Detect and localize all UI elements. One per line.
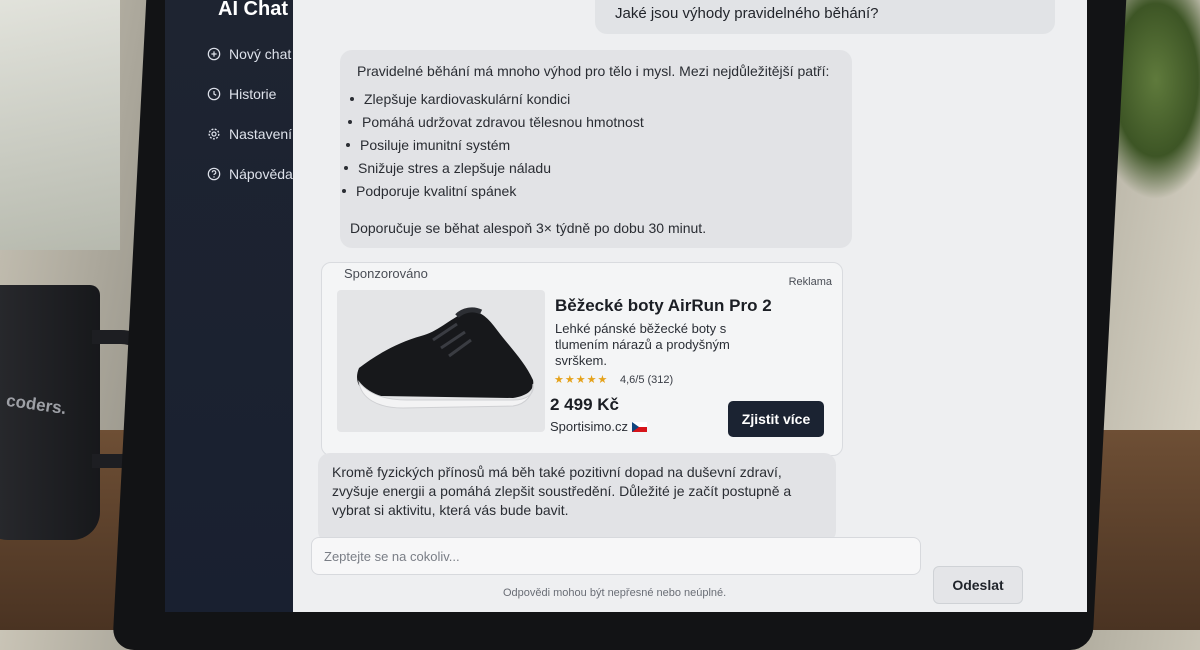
assistant-message: Pravidelné běhání má mnoho výhod pro těl… [340,50,852,248]
sidebar: AI Chat Nový chat Historie Nastavení Náp… [165,0,293,612]
assistant-intro: Pravidelné běhání má mnoho výhod pro těl… [357,63,830,79]
app-screen: AI Chat Nový chat Historie Nastavení Náp… [165,0,1087,612]
list-item: Pomáhá udržovat zdravou tělesnou hmotnos… [348,111,644,134]
list-item: Zlepšuje kardiovaskulární kondici [350,88,644,111]
chat-area: Jaké jsou výhody pravidelného běhání? Pr… [293,0,1087,612]
rating-text: 4,6/5 (312) [620,374,674,386]
clock-icon [207,87,221,101]
sidebar-item-label: Historie [229,86,277,102]
assistant-text: Kromě fyzických přínosů má běh také pozi… [332,464,792,518]
help-circle-icon [207,167,221,181]
sidebar-item-history[interactable]: Historie [207,86,276,102]
sponsored-label: Sponzorováno [344,266,428,281]
sidebar-item-new-chat[interactable]: Nový chat [207,46,291,62]
chat-input[interactable] [311,537,921,575]
product-title[interactable]: Běžecké boty AirRun Pro 2 [555,296,772,316]
czech-flag-icon [632,422,647,432]
assistant-message: Kromě fyzických přínosů má běh také pozi… [318,453,836,543]
sponsored-ad-card[interactable]: Sponzorováno Reklama Běžecké boty AirRun… [321,262,843,456]
app-title: AI Chat [218,0,288,20]
disclaimer-text: Odpovědi mohou být nepřesné nebo neúplné… [503,587,727,599]
shop-name[interactable]: Sportisimo.cz [550,419,628,434]
list-item: Snižuje stres a zlepšuje náladu [344,157,644,180]
ad-tag: Reklama [788,276,832,288]
plus-circle-icon [207,47,221,61]
list-item: Posiluje imunitní systém [346,134,644,157]
running-shoe-icon [357,307,534,409]
benefit-list: Zlepšuje kardiovaskulární kondici Pomáhá… [342,88,644,203]
background-window [0,0,120,250]
product-description: Lehké pánské běžecké boty s tlumením nár… [555,321,730,368]
gear-icon [208,128,220,140]
product-image[interactable] [337,290,545,432]
sidebar-item-label: Nastavení [229,126,293,142]
product-price: 2 499 Kč [550,395,619,414]
assistant-outro: Doporučuje se běhat alespoň 3× týdně po … [350,220,707,236]
rating-stars: ★★★★★ [554,374,609,386]
sidebar-item-label: Nový chat [229,46,292,62]
learn-more-button[interactable]: Zjistit více [728,401,824,437]
sidebar-item-help[interactable]: Nápověda [207,166,293,182]
user-message: Jaké jsou výhody pravidelného běhání? [595,0,1055,34]
sidebar-item-settings[interactable]: Nastavení [207,126,292,142]
list-item: Podporuje kvalitní spánek [342,180,644,203]
sidebar-item-label: Nápověda [229,166,293,182]
send-button[interactable]: Odeslat [933,566,1023,604]
